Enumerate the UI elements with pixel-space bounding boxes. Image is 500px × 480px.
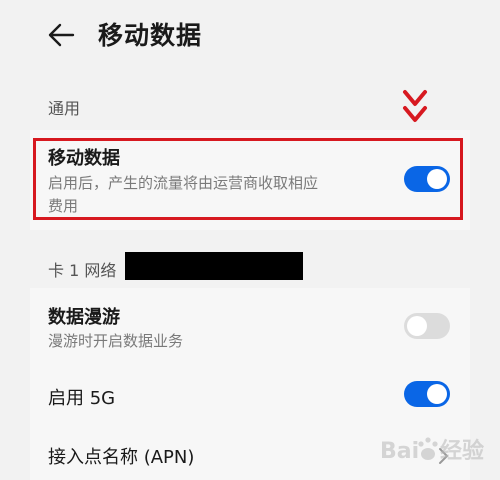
data-roaming-toggle[interactable] — [404, 313, 450, 339]
redaction-bar — [125, 252, 303, 280]
toggle-knob — [427, 384, 447, 404]
enable-5g-toggle[interactable] — [404, 381, 450, 407]
baidu-jingyan-watermark-logo: Bai 经验 — [380, 437, 484, 464]
apn-title: 接入点名称 (APN) — [48, 447, 195, 468]
highlight-annotation — [33, 138, 463, 220]
toggle-knob — [407, 316, 427, 336]
back-button[interactable] — [44, 18, 78, 52]
section-header-card1: 卡 1 网络 — [48, 261, 117, 280]
double-chevron-down-icon — [403, 90, 427, 122]
svg-text:经验: 经验 — [440, 438, 484, 464]
section-header-general: 通用 — [48, 99, 81, 118]
data-roaming-description: 漫游时开启数据业务 — [48, 332, 184, 350]
data-roaming-title: 数据漫游 — [48, 307, 120, 328]
enable-5g-title: 启用 5G — [48, 388, 116, 409]
page-title: 移动数据 — [98, 21, 203, 50]
back-arrow-icon — [48, 23, 75, 47]
svg-text:Bai: Bai — [380, 439, 419, 464]
